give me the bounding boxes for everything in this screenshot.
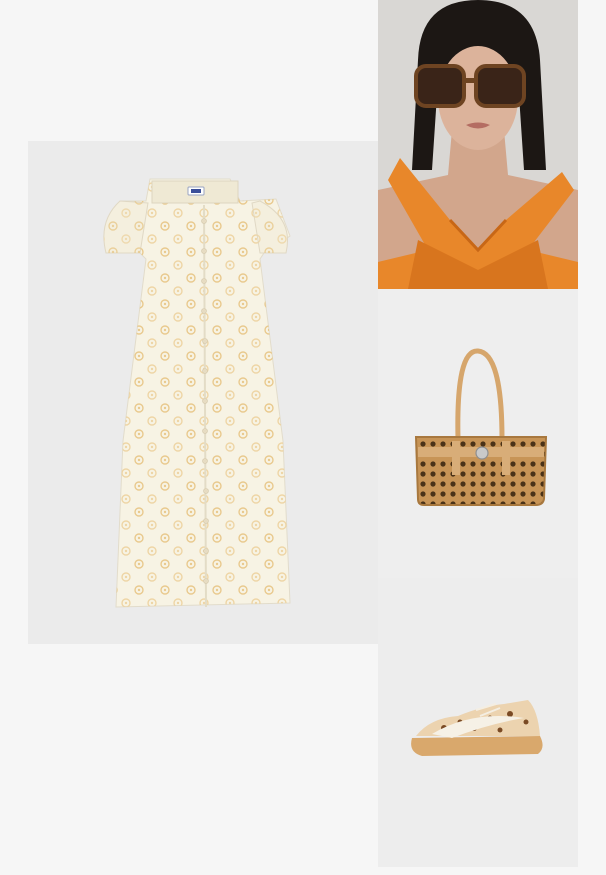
- sneaker-product-tile[interactable]: [378, 578, 578, 867]
- floral-midi-dress-image: [103, 178, 291, 608]
- dress-product-tile[interactable]: [28, 141, 378, 644]
- outfit-collage: [0, 0, 606, 875]
- bag-product-tile[interactable]: [378, 289, 578, 578]
- leopard-print-sneaker-image: [378, 578, 578, 867]
- model-look-tile[interactable]: [378, 0, 578, 289]
- model-sunglasses-orange-top-image: [378, 0, 578, 289]
- woven-raffia-tote-bag-image: [378, 289, 578, 578]
